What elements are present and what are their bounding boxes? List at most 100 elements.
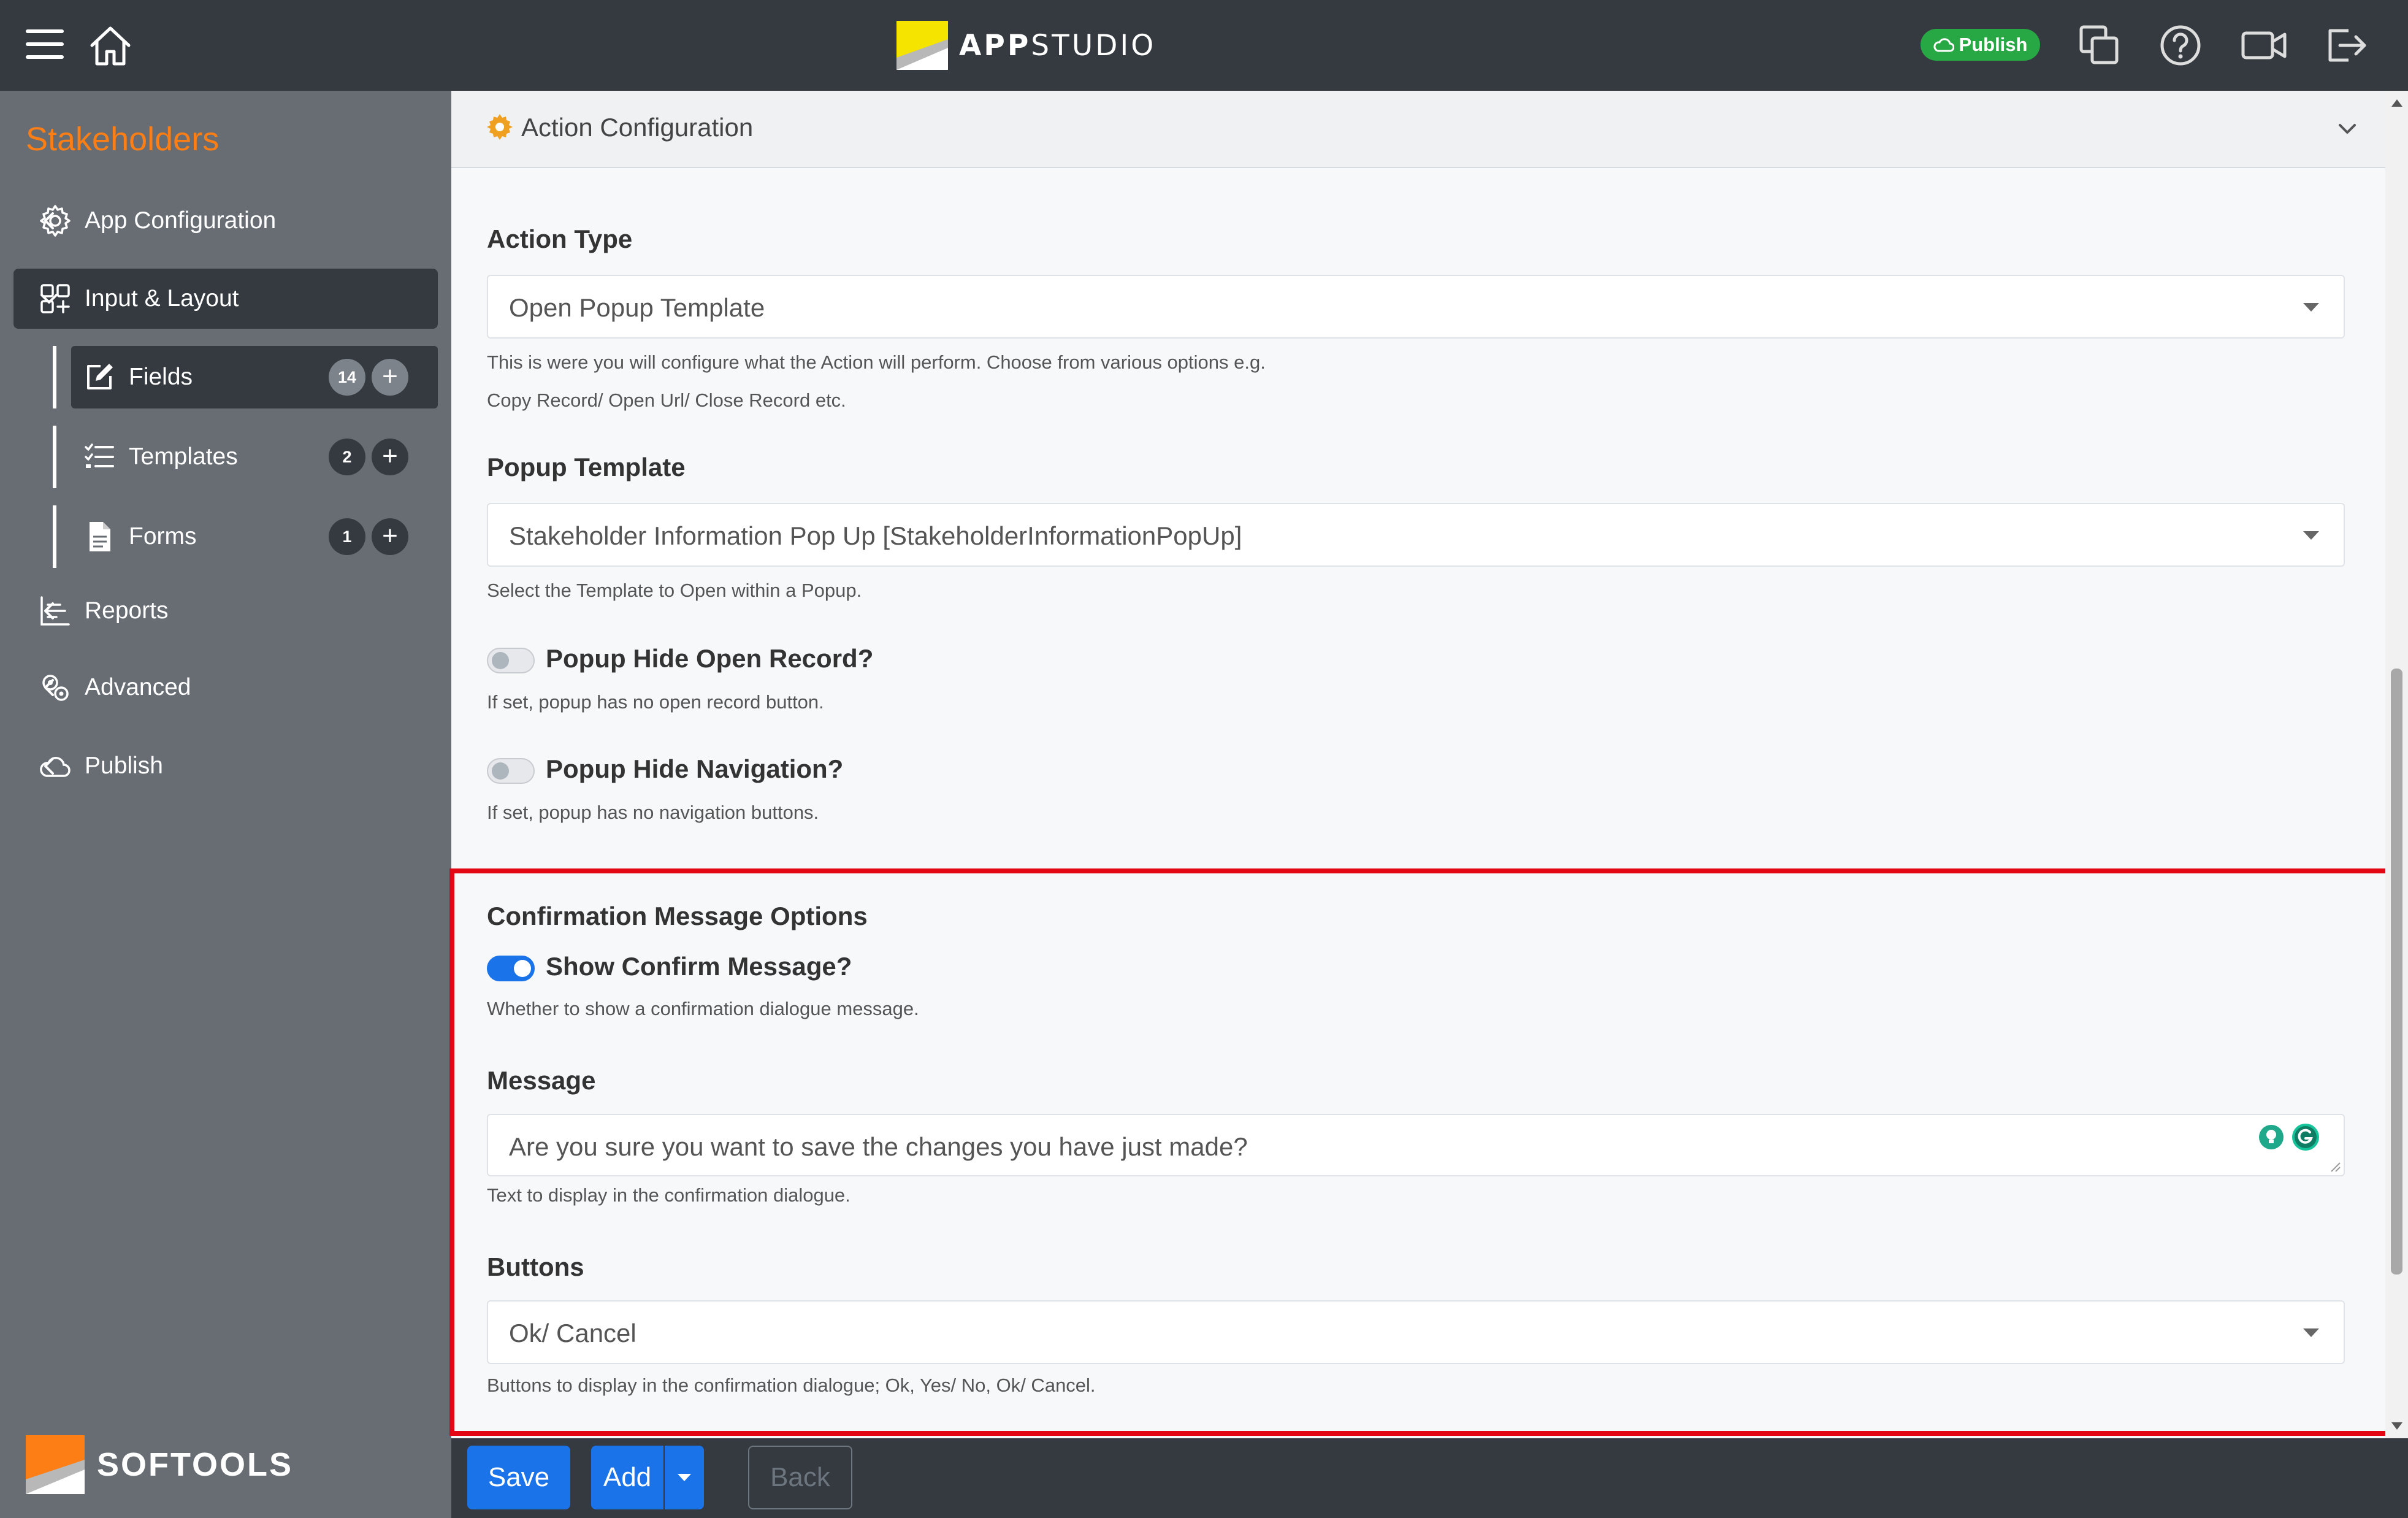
publish-badge[interactable]: Publish [1921,29,2040,61]
sidebar-item-advanced[interactable]: Advanced [13,657,438,718]
chevron-left-icon [38,210,60,232]
scroll-down-arrow-icon[interactable] [2391,1422,2402,1430]
toggle-knob [492,762,509,780]
caret-down-icon [678,1474,691,1481]
cloud-icon [1933,37,1954,52]
add-form-button[interactable]: + [372,518,408,555]
popup-hide-navigation-help: If set, popup has no navigation buttons. [487,802,819,823]
sidebar-item-label: App Configuration [85,207,277,234]
app-studio-logo-icon [896,21,948,70]
add-field-button[interactable]: + [372,359,408,396]
sidebar-item-label: Reports [85,597,169,624]
sidebar-subitem-forms[interactable]: Forms 1 + [71,505,438,568]
softools-logo: SOFTOOLS [26,1435,293,1494]
sidebar-item-label: Input & Layout [85,285,239,312]
save-button[interactable]: Save [467,1446,570,1509]
section-title: Action Configuration [521,113,754,142]
scroll-up-arrow-icon[interactable] [2391,99,2402,107]
sidebar-item-input-layout[interactable]: Input & Layout [13,269,438,329]
sidebar-item-label: Advanced [85,674,191,700]
document-icon [82,519,117,554]
app-studio-title: APPSTUDIO [959,29,1156,63]
logout-icon[interactable] [2324,23,2368,67]
templates-count-badge: 2 [329,439,365,475]
action-type-label: Action Type [487,224,633,253]
popup-template-label: Popup Template [487,453,686,481]
scrollbar-thumb[interactable] [2391,669,2402,1275]
action-type-help-line1: This is were you will configure what the… [487,351,1266,373]
softools-logo-text: SOFTOOLS [97,1446,294,1483]
sidebar-subitem-templates[interactable]: Templates 2 + [71,426,438,488]
sub-item-indicator [53,505,56,568]
hamburger-menu-icon[interactable] [23,27,66,61]
chevron-left-icon [38,755,60,777]
confirmation-section-label: Confirmation Message Options [487,902,868,930]
sidebar-item-reports[interactable]: Reports [13,581,438,641]
resize-handle-icon[interactable] [2328,1159,2341,1173]
action-configuration-header[interactable]: Action Configuration [451,91,2385,168]
show-confirm-message-help: Whether to show a confirmation dialogue … [487,998,919,1019]
add-template-button[interactable]: + [372,439,408,475]
caret-down-icon [2303,303,2319,312]
popup-hide-open-record-help: If set, popup has no open record button. [487,691,824,713]
edit-icon [82,360,117,394]
toggle-knob [492,652,509,669]
grammarly-icon[interactable] [2290,1121,2322,1153]
publish-badge-label: Publish [1959,34,2028,55]
forms-count-badge: 1 [329,518,365,555]
popup-template-select[interactable]: Stakeholder Information Pop Up [Stakehol… [487,503,2345,567]
home-icon[interactable] [87,22,134,69]
sidebar-subitem-label: Templates [129,443,238,470]
caret-down-icon [2303,1328,2319,1337]
popup-hide-open-record-label: Popup Hide Open Record? [546,644,874,673]
help-icon[interactable] [2158,23,2203,67]
popup-hide-open-record-toggle[interactable] [487,648,535,673]
chevron-left-icon [38,677,60,699]
message-label: Message [487,1066,596,1095]
sidebar-item-label: Publish [85,753,163,779]
add-dropdown-toggle[interactable] [665,1446,704,1509]
chevron-down-icon[interactable] [2335,117,2360,141]
back-button[interactable]: Back [748,1446,852,1509]
softools-logo-icon [26,1435,85,1494]
sidebar: Stakeholders App Configuration Input & L… [0,91,451,1518]
popup-template-value: Stakeholder Information Pop Up [Stakehol… [509,521,1242,550]
bottom-action-bar: Save Add Back [451,1438,2408,1518]
sidebar-subitem-fields[interactable]: Fields 14 + [71,346,438,408]
brand-light: STUDIO [1031,28,1156,63]
main-scrollbar[interactable] [2385,91,2408,1438]
list-check-icon [82,440,117,474]
sub-item-indicator [53,426,56,488]
lightbulb-icon[interactable] [2255,1121,2287,1153]
copy-windows-icon[interactable] [2077,23,2122,67]
show-confirm-message-label: Show Confirm Message? [546,952,852,981]
sidebar-subitem-label: Forms [129,523,197,550]
main-content: Action Configuration Action Type Open Po… [449,91,2408,1438]
popup-hide-navigation-label: Popup Hide Navigation? [546,754,844,783]
video-icon[interactable] [2241,23,2287,67]
app-name-title[interactable]: Stakeholders [26,120,219,158]
action-type-help-line2: Copy Record/ Open Url/ Close Record etc. [487,389,846,411]
buttons-label: Buttons [487,1252,584,1281]
buttons-select[interactable]: Ok/ Cancel [487,1300,2345,1364]
popup-template-help: Select the Template to Open within a Pop… [487,580,862,601]
show-confirm-message-toggle[interactable] [487,956,535,981]
buttons-value: Ok/ Cancel [509,1319,636,1347]
add-button[interactable]: Add [591,1446,663,1509]
fields-count-badge: 14 [329,359,365,396]
sub-item-indicator [53,346,56,408]
action-type-value: Open Popup Template [509,293,765,322]
sidebar-item-publish[interactable]: Publish [13,736,438,796]
gear-icon [486,113,514,141]
message-help: Text to display in the confirmation dial… [487,1184,850,1206]
chevron-left-icon [38,600,60,622]
message-textarea[interactable]: Are you sure you want to save the change… [487,1114,2345,1176]
app-studio-logo[interactable]: APPSTUDIO [896,21,1156,70]
action-type-select[interactable]: Open Popup Template [487,275,2345,339]
top-bar: APPSTUDIO Publish [0,0,2408,91]
popup-hide-navigation-toggle[interactable] [487,758,535,784]
chevron-down-icon [38,288,60,310]
sidebar-item-app-configuration[interactable]: App Configuration [13,191,438,251]
toggle-knob [514,960,531,977]
message-value: Are you sure you want to save the change… [509,1132,1248,1161]
